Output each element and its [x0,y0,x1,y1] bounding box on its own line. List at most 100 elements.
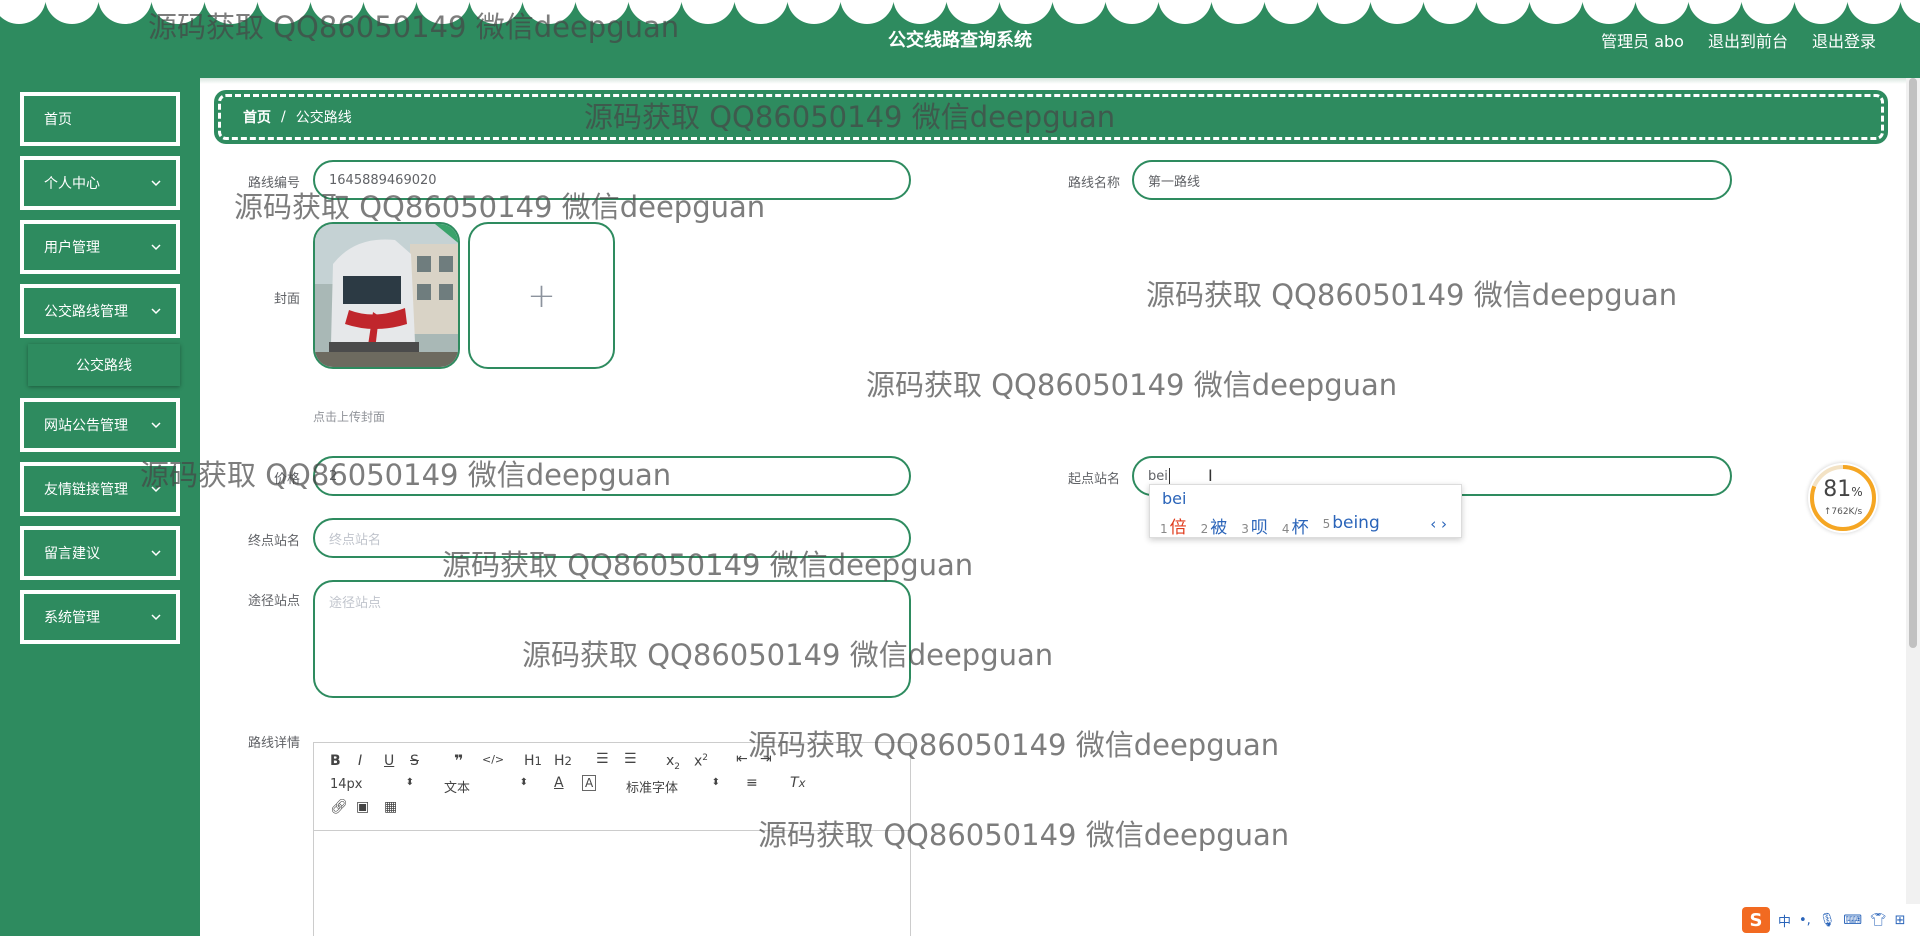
logout-link[interactable]: 退出登录 [1812,28,1876,52]
scallop-shape [681,0,735,24]
rich-text-editor[interactable]: B I U S ❞ </> H1 H2 ☰ ☰ x2 x2 ⇤ ⇥ 14px ⬍… [313,742,911,936]
train-photo [315,224,458,367]
toolbox-icon[interactable]: ⊞ [1895,913,1906,928]
price-input[interactable]: 2 [313,456,911,496]
sidebar-item-system-management[interactable]: 系统管理 [20,590,180,644]
cover-upload-button[interactable]: + [468,222,615,369]
align-icon[interactable]: ≡ [746,775,758,791]
strikethrough-icon[interactable]: S [410,753,419,769]
video-icon[interactable]: ▦ [384,799,397,815]
ime-candidate[interactable]: 2被 [1201,513,1228,538]
link-icon[interactable]: 🔗︎ [330,799,348,815]
breadcrumb-home-link[interactable]: 首页 [243,107,271,127]
outdent-icon[interactable]: ⇤ [736,751,748,767]
font-family-select[interactable]: 标准字体 ⬍ [626,777,720,796]
network-speed-widget[interactable]: 81% ↑762K/s [1808,463,1878,533]
subscript-icon[interactable]: x2 [666,753,680,772]
scrollbar-thumb[interactable] [1909,78,1917,648]
image-icon[interactable]: ▣ [356,799,369,815]
scallop-shape [204,0,258,24]
scallop-shape [1264,0,1318,24]
ime-mode-toggle[interactable]: 中 [1778,911,1791,930]
scallop-shape [1211,0,1265,24]
scallop-shape [151,0,205,24]
end-station-label: 终点站名 [247,534,300,549]
underline-icon[interactable]: U [384,753,394,769]
ime-candidate[interactable]: 1倍 [1160,513,1187,538]
microphone-icon[interactable]: 🎙︎ [1819,913,1836,928]
scallop-shape [1794,0,1848,24]
sidebar-item-label: 首页 [44,112,72,128]
heading2-icon[interactable]: H2 [554,753,572,769]
scallop-shape [416,0,470,24]
scallop-shape [522,0,576,24]
chevron-down-icon [151,550,161,557]
italic-icon[interactable]: I [358,753,362,769]
heading1-icon[interactable]: H1 [524,753,542,769]
sidebar-item-home[interactable]: 首页 [20,92,180,146]
ordered-list-icon[interactable]: ☰ [596,751,609,767]
page-scrollbar[interactable] [1906,78,1920,936]
ime-candidate[interactable]: 4杯 [1282,513,1309,538]
scallop-shape [1900,0,1920,24]
top-header: 公交线路查询系统 管理员 abo 退出到前台 退出登录 [0,0,1920,78]
chevron-down-icon [151,614,161,621]
scallop-shape [469,0,523,24]
blockquote-icon[interactable]: ❞ [454,751,463,770]
skin-icon[interactable]: 👕︎ [1870,913,1887,928]
scallop-shape [1317,0,1371,24]
font-color-icon[interactable]: A [554,775,564,791]
ime-candidate[interactable]: 5 being [1323,513,1380,538]
text-type-value: 文本 [444,781,471,796]
font-size-select[interactable]: 14px ⬍ [330,777,414,792]
scallop-shape [1476,0,1530,24]
sidebar-item-messages[interactable]: 留言建议 [20,526,180,580]
route-no-input[interactable]: 1645889469020 [313,160,911,200]
text-type-select[interactable]: 文本 ⬍ [444,777,528,796]
route-name-input[interactable]: 第一路线 [1132,160,1732,200]
select-arrow-icon: ⬍ [711,777,720,788]
cover-upload-tip: 点击上传封面 [313,410,386,424]
scallop-shape [946,0,1000,24]
background-color-icon[interactable]: A [582,775,597,791]
clear-format-icon[interactable]: Tx [790,775,805,791]
route-no-label: 路线编号 [247,176,300,191]
ime-candidate[interactable]: 3呗 [1241,513,1268,538]
sidebar-item-bus-route-management[interactable]: 公交路线管理 [20,284,180,338]
admin-user-link[interactable]: 管理员 abo [1601,28,1684,52]
header-shadow [0,78,1920,84]
scallop-shape [1529,0,1583,24]
punctuation-icon[interactable]: •, [1799,913,1811,928]
sidebar-subitem-bus-route[interactable]: 公交路线 [28,344,180,386]
sidebar-item-user-management[interactable]: 用户管理 [20,220,180,274]
keyboard-icon[interactable]: ⌨︎ [1843,913,1862,928]
scallop-shape [787,0,841,24]
end-station-input[interactable]: 终点站名 [313,518,911,558]
bold-icon[interactable]: B [330,753,341,769]
cover-label: 封面 [273,292,300,307]
via-stations-textarea[interactable]: 途径站点 [313,580,911,698]
price-value: 2 [329,468,338,484]
cover-image[interactable] [313,222,460,369]
scallop-shape [734,0,788,24]
scallop-shape [1688,0,1742,24]
scallop-shape [1741,0,1795,24]
superscript-icon[interactable]: x2 [694,753,708,770]
indent-icon[interactable]: ⇥ [760,751,772,767]
sidebar-item-label: 个人中心 [44,176,100,192]
sidebar-item-notice-management[interactable]: 网站公告管理 [20,398,180,452]
sidebar-item-friend-link-management[interactable]: 友情链接管理 [20,462,180,516]
end-station-placeholder: 终点站名 [329,532,382,548]
scallop-shape [1847,0,1901,24]
ime-status-bar: S 中 •, 🎙︎ ⌨︎ 👕︎ ⊞ [1738,904,1920,936]
exit-to-frontend-link[interactable]: 退出到前台 [1708,28,1788,52]
scallop-shape [0,0,46,24]
sidebar-item-personal-center[interactable]: 个人中心 [20,156,180,210]
breadcrumb-bar: 首页 / 公交路线 [214,90,1888,144]
bullet-list-icon[interactable]: ☰ [624,751,637,767]
sogou-logo-icon[interactable]: S [1742,907,1770,933]
scallop-shape [1052,0,1106,24]
scallop-shape [1158,0,1212,24]
ime-page-nav[interactable]: ‹ › [1430,515,1447,533]
code-block-icon[interactable]: </> [482,753,504,766]
